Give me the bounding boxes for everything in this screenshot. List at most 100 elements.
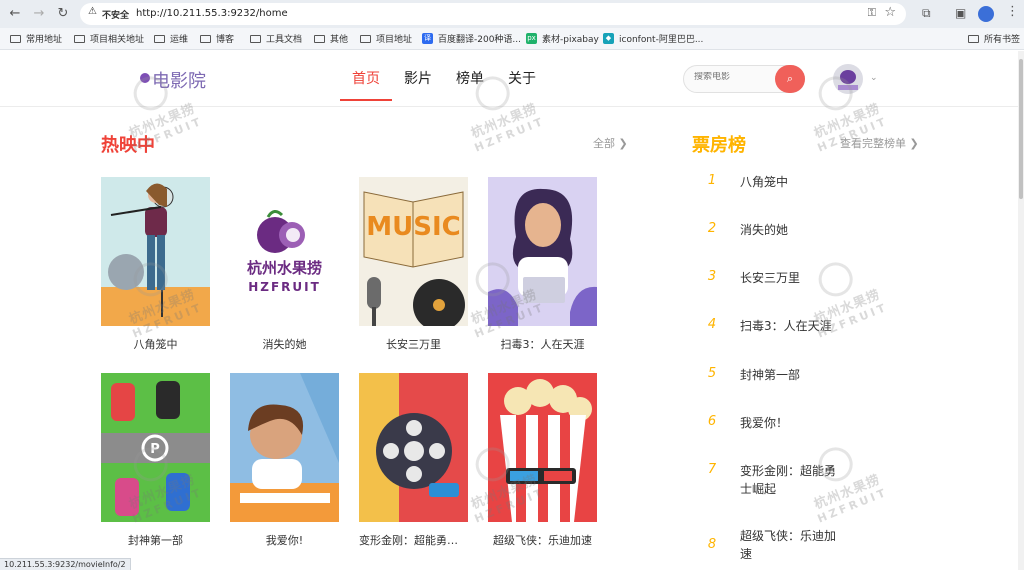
rank-item[interactable]: 5 封神第一部 (700, 366, 850, 384)
bookmark-folder[interactable]: 项目相关地址 (74, 32, 144, 45)
chevron-down-icon[interactable]: ⌄ (870, 73, 878, 83)
folder-icon (314, 34, 325, 43)
bookmark-site[interactable]: px 素材-pixabay (526, 32, 599, 45)
profile-avatar[interactable] (978, 6, 994, 22)
movie-card[interactable]: P 封神第一部 (101, 373, 210, 548)
movie-card[interactable]: 八角笼中 (101, 177, 210, 352)
folder-icon (154, 34, 165, 43)
rank-movie-name[interactable]: 封神第一部 (740, 366, 850, 384)
movie-title[interactable]: 长安三万里 (359, 336, 468, 352)
rank-movie-name[interactable]: 超级飞侠：乐迪加速 (740, 527, 840, 563)
bookmark-folder[interactable]: 博客 (200, 32, 234, 45)
url-text[interactable]: http://10.211.55.3:9232/home (136, 8, 288, 19)
bookmark-folder[interactable]: 常用地址 (10, 32, 62, 45)
search-button[interactable]: ⌕ (775, 65, 805, 93)
rank-movie-name[interactable]: 我爱你！ (740, 414, 850, 432)
section-title-boxoffice: 票房榜 (692, 135, 746, 156)
movie-title[interactable]: 封神第一部 (101, 532, 210, 548)
folder-icon (968, 34, 979, 43)
folder-icon (360, 34, 371, 43)
movie-card[interactable]: 我爱你! (230, 373, 339, 548)
movie-poster[interactable] (101, 177, 210, 326)
movie-card[interactable]: 扫毒3：人在天涯 (488, 177, 597, 352)
translate-icon: 译 (422, 33, 433, 44)
site-header: 电影院 首页 影片 榜单 关于 ⌕ ⌄ (0, 51, 1018, 107)
movie-card[interactable]: 杭州水果捞 HZFRUIT 消失的她 (230, 177, 339, 352)
reload-icon[interactable]: ↻ (54, 5, 72, 23)
movie-title[interactable]: 我爱你! (230, 532, 339, 548)
rank-item[interactable]: 3 长安三万里 (700, 269, 850, 287)
rank-number: 1 (707, 173, 717, 188)
nav-rankings[interactable]: 榜单 (444, 51, 496, 107)
movie-card[interactable]: 变形金刚：超能勇士... (359, 373, 468, 548)
movie-poster[interactable]: 杭州水果捞 HZFRUIT (230, 177, 339, 326)
bookmark-folder[interactable]: 项目地址 (360, 32, 412, 45)
movie-title[interactable]: 扫毒3：人在天涯 (488, 336, 597, 352)
rank-item[interactable]: 6 我爱你！ (700, 414, 850, 432)
rank-item[interactable]: 4 扫毒3：人在天涯 (700, 317, 850, 335)
site-logo[interactable]: 电影院 (140, 67, 206, 93)
bookmark-site[interactable]: ◆ iconfont-阿里巴巴... (603, 32, 703, 45)
forward-icon[interactable]: → (30, 5, 48, 23)
rank-movie-name[interactable]: 消失的她 (740, 221, 850, 239)
rank-number: 6 (707, 414, 717, 429)
rank-item[interactable]: 8 超级飞侠：乐迪加速 (700, 527, 850, 563)
folder-icon (200, 34, 211, 43)
scrollbar-thumb[interactable] (1019, 59, 1023, 199)
rank-number: 2 (707, 221, 717, 236)
page-scrollbar[interactable] (1018, 51, 1024, 570)
nav-movies[interactable]: 影片 (392, 51, 444, 107)
movie-poster[interactable] (359, 373, 468, 522)
folder-icon (10, 34, 21, 43)
rank-movie-name[interactable]: 长安三万里 (740, 269, 850, 287)
rank-movie-name[interactable]: 八角笼中 (740, 173, 850, 191)
iconfont-icon: ◆ (603, 33, 614, 44)
menu-icon[interactable]: ⋮ (1006, 4, 1019, 19)
section-title-hot: 热映中 (101, 135, 155, 156)
folder-icon (74, 34, 85, 43)
back-icon[interactable]: ← (6, 5, 24, 23)
logo-icon (140, 73, 150, 83)
search-input[interactable] (694, 72, 774, 82)
movie-poster[interactable] (230, 373, 339, 522)
main-nav: 首页 影片 榜单 关于 (340, 51, 548, 107)
movie-poster[interactable] (488, 177, 597, 326)
bookmark-site[interactable]: 译百度翻译-200种语... (422, 32, 521, 45)
movie-title[interactable]: 超级飞侠：乐迪加速 (488, 532, 597, 548)
extensions-icon[interactable]: ⧉ (922, 6, 931, 21)
movie-title[interactable]: 八角笼中 (101, 336, 210, 352)
user-avatar[interactable] (833, 64, 863, 94)
address-bar[interactable]: ⚠ 不安全 http://10.211.55.3:9232/home ⚿ ☆ (80, 3, 906, 25)
rank-number: 3 (707, 269, 717, 284)
nav-about[interactable]: 关于 (496, 51, 548, 107)
svg-text:杭州水果捞: 杭州水果捞 (247, 259, 322, 277)
bookmark-star-icon[interactable]: ☆ (884, 5, 896, 20)
rank-movie-name[interactable]: 变形金刚：超能勇士崛起 (740, 462, 840, 498)
movie-title[interactable]: 消失的她 (230, 336, 339, 352)
view-full-ranking-link[interactable]: 查看完整榜单 ❯ (840, 135, 919, 151)
bookmark-folder[interactable]: 工具文档 (250, 32, 302, 45)
pixabay-icon: px (526, 33, 537, 44)
rank-item[interactable]: 2 消失的她 (700, 221, 850, 239)
movie-title[interactable]: 变形金刚：超能勇士... (359, 532, 468, 548)
movie-card[interactable]: MUSIC 长安三万里 (359, 177, 468, 352)
browser-toolbar: ← → ↻ ⚠ 不安全 http://10.211.55.3:9232/home… (0, 0, 1024, 28)
key-icon[interactable]: ⚿ (868, 6, 876, 20)
sidepanel-icon[interactable]: ▣ (955, 6, 966, 20)
movie-card[interactable]: 超级飞侠：乐迪加速 (488, 373, 597, 548)
nav-home[interactable]: 首页 (340, 51, 392, 107)
view-all-link[interactable]: 全部 ❯ (593, 135, 628, 151)
bookmark-folder[interactable]: 其他 (314, 32, 348, 45)
all-bookmarks[interactable]: 所有书签 (968, 32, 1020, 45)
rank-item[interactable]: 7 变形金刚：超能勇士崛起 (700, 462, 850, 498)
svg-text:MUSIC: MUSIC (366, 212, 460, 242)
movie-poster[interactable]: P (101, 373, 210, 522)
rank-number: 7 (707, 462, 717, 477)
movie-poster[interactable]: MUSIC (359, 177, 468, 326)
movie-poster[interactable] (488, 373, 597, 522)
rank-item[interactable]: 1 八角笼中 (700, 173, 850, 191)
search-box: ⌕ (683, 65, 805, 93)
bookmark-folder[interactable]: 运维 (154, 32, 188, 45)
rank-movie-name[interactable]: 扫毒3：人在天涯 (740, 317, 850, 335)
rank-number: 4 (707, 317, 717, 332)
